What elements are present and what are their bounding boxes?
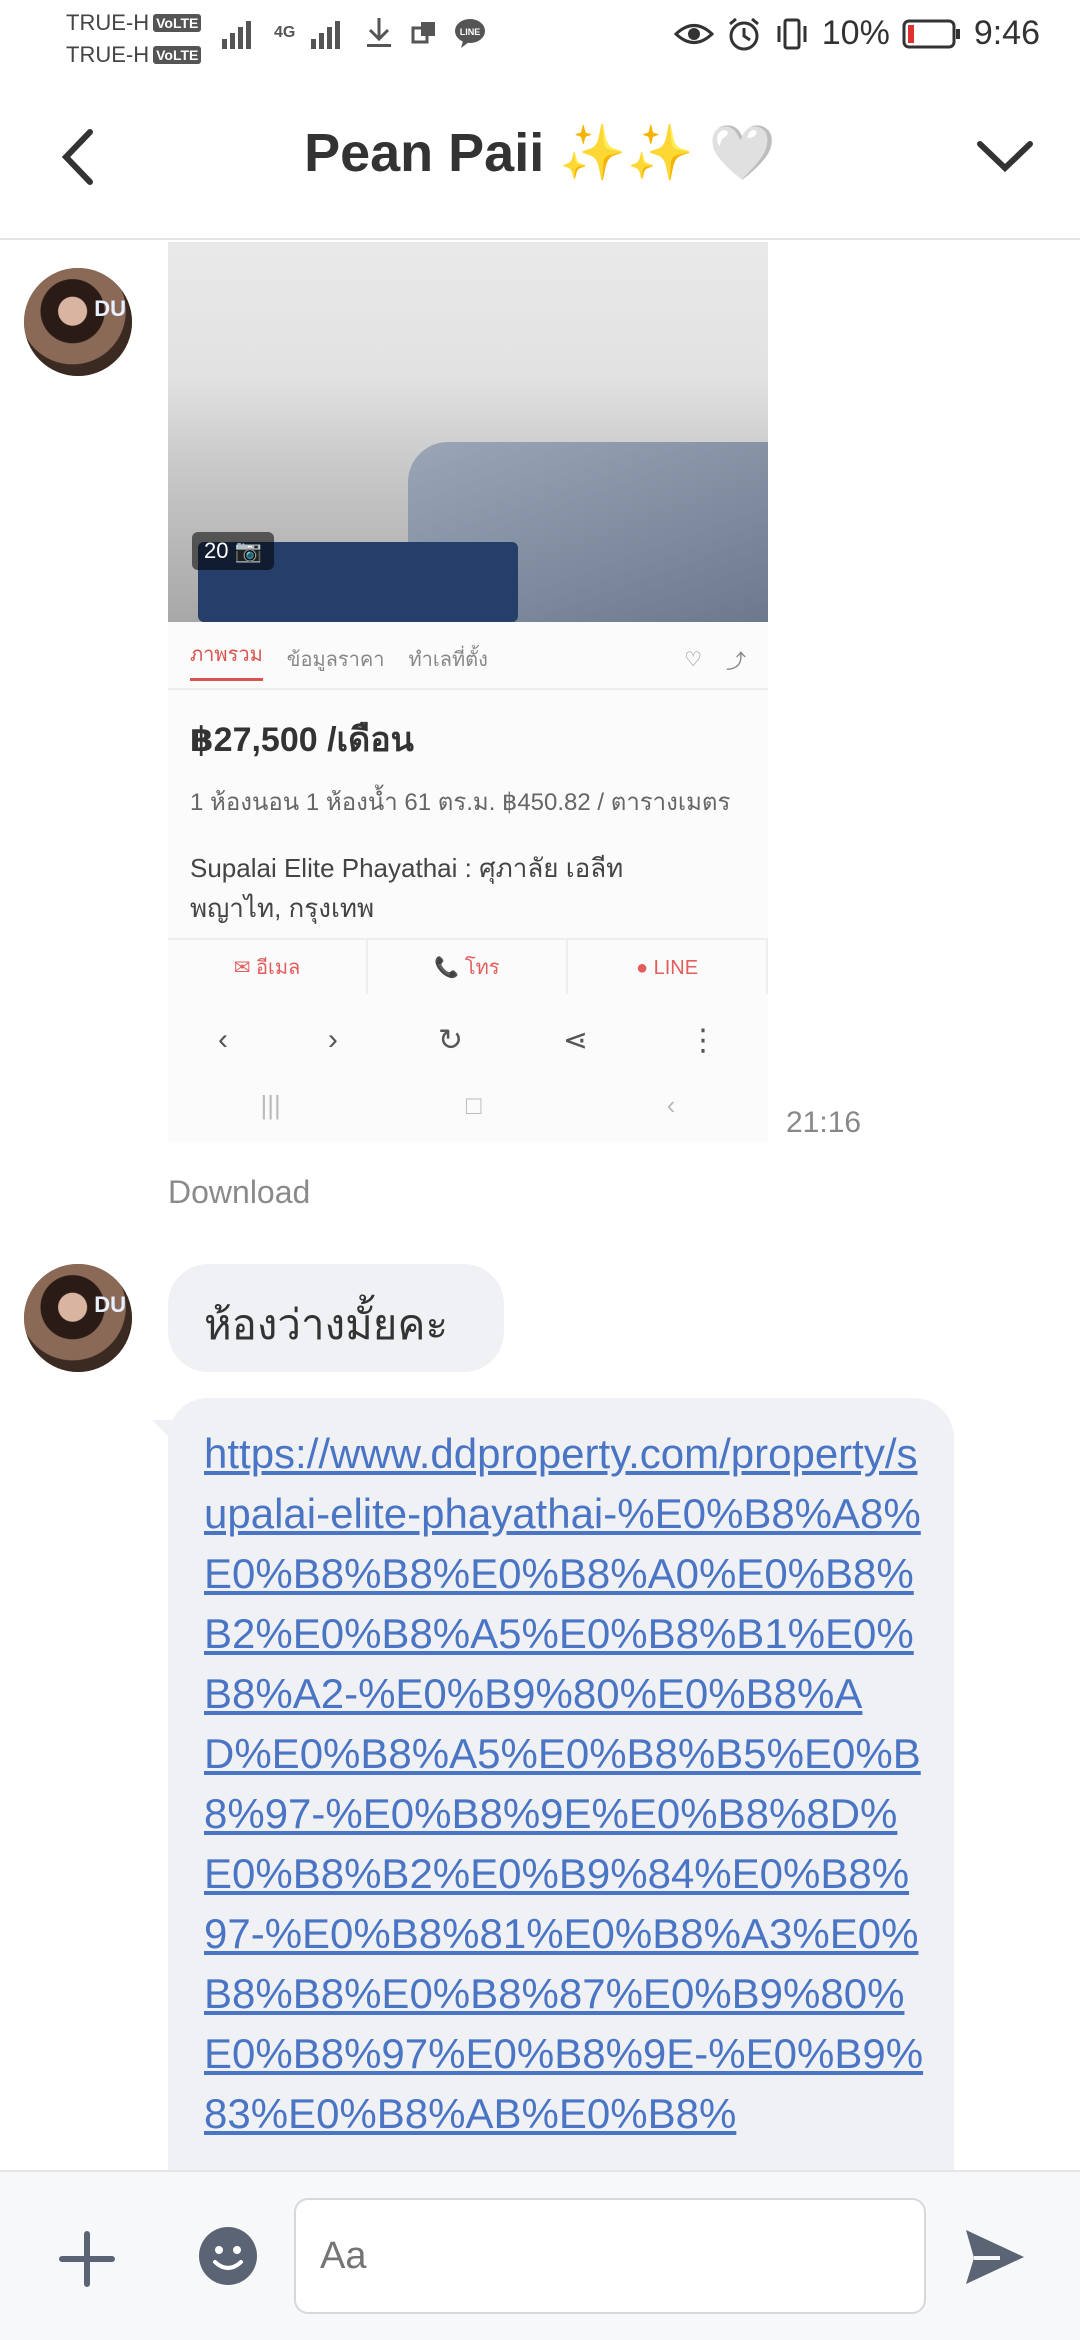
avatar[interactable]: DU (24, 1264, 132, 1372)
listing-tab: ข้อมูลราคา (286, 649, 385, 671)
avatar-overlay: DU (94, 1292, 126, 1317)
composer (0, 2170, 1080, 2340)
download-icon (367, 18, 392, 47)
share-icon: ⤴ (726, 650, 746, 673)
listing-tab: ภาพรวม (190, 638, 263, 681)
signal-icon (222, 21, 251, 49)
carrier-2: TRUE-H VoLTE (66, 42, 202, 68)
carrier-2-label: TRUE-H (66, 42, 150, 67)
message-list[interactable]: DU 20 📷 ภาพรวม ข้อมูลราคา ทำเลที่ตั้ง ♡ … (0, 242, 1080, 2170)
status-bar: TRUE-H VoLTE TRUE-H VoLTE 4G LINE 10% 9:… (0, 0, 1080, 80)
chat-title[interactable]: Pean Paii ✨✨ 🤍 (0, 122, 1080, 185)
emoji-icon (199, 2227, 257, 2285)
status-icons-left: 4G LINE (220, 16, 487, 50)
volte-badge: VoLTE (153, 14, 202, 32)
alarm-icon (728, 17, 759, 50)
listing-name: Supalai Elite Phayathai : ศุภาลัย เอลีท … (190, 853, 624, 923)
chat-header: Pean Paii ✨✨ 🤍 (0, 80, 1080, 240)
message-input[interactable] (294, 2198, 926, 2314)
more-icon: ⋮ (688, 1023, 718, 1057)
avatar-image (24, 268, 132, 376)
status-icons-right: 10% 9:46 (673, 14, 1040, 53)
listing-actions: ✉ อีเมล 📞 โทร ● LINE (168, 938, 768, 994)
clock: 9:46 (973, 14, 1040, 52)
home-icon: □ (465, 1089, 482, 1120)
message-timestamp: 21:16 (786, 1106, 862, 1139)
carrier-1: TRUE-H VoLTE (66, 10, 202, 36)
avatar-image (24, 1264, 132, 1372)
reload-icon: ↻ (437, 1023, 463, 1057)
sync-icon (411, 22, 436, 44)
image-message[interactable]: 20 📷 ภาพรวม ข้อมูลราคา ทำเลที่ตั้ง ♡ ⤴ ฿… (168, 242, 768, 1142)
svg-text:LINE: LINE (460, 27, 481, 37)
message-text: ห้องว่างมั้ยคะ (204, 1301, 449, 1348)
listing-action: ✉ อีเมล (168, 940, 368, 994)
download-link[interactable]: Download (168, 1174, 310, 1211)
system-nav: ||| □ ‹ (168, 1080, 768, 1130)
network-type: 4G (274, 24, 296, 41)
back-arrow-icon: ‹ (217, 1023, 228, 1056)
chevron-down-icon (977, 141, 1033, 173)
listing-meta: 1 ห้องนอน 1 ห้องน้ำ 61 ตร.ม. ฿450.82 / ต… (190, 789, 731, 816)
browser-nav: ‹ › ↻ ⋖ ⋮ (168, 1010, 768, 1070)
battery-percent: 10% (821, 14, 890, 52)
listing-action: 📞 โทร (368, 940, 568, 994)
avatar[interactable]: DU (24, 268, 132, 376)
listing-tabs: ภาพรวม ข้อมูลราคา ทำเลที่ตั้ง ♡ ⤴ (168, 630, 768, 690)
emoji-button[interactable] (196, 2224, 260, 2288)
avatar-overlay: DU (94, 296, 126, 321)
link-message[interactable]: https://www.ddproperty.com/property/supa… (168, 1398, 954, 2170)
photo-count-badge: 20 📷 (192, 532, 274, 570)
recents-icon: ||| (260, 1089, 281, 1120)
message-link[interactable]: https://www.ddproperty.com/property/supa… (204, 1424, 924, 2144)
signal-icon (311, 21, 341, 49)
listing-tab: ทำเลที่ตั้ง (408, 649, 488, 671)
listing-action: ● LINE (568, 940, 768, 994)
eye-icon (673, 23, 714, 44)
vibrate-icon (777, 18, 807, 49)
send-button[interactable] (960, 2222, 1030, 2292)
heart-icon: ♡ (684, 648, 702, 671)
text-message[interactable]: ห้องว่างมั้ยคะ (168, 1264, 504, 1372)
line-icon: LINE (455, 19, 486, 48)
plus-icon (59, 2231, 115, 2287)
send-icon (966, 2230, 1024, 2284)
menu-toggle-button[interactable] (970, 122, 1040, 192)
forward-arrow-icon: › (327, 1023, 338, 1056)
share-icon: ⋖ (562, 1023, 589, 1057)
add-button[interactable] (52, 2224, 122, 2294)
back-icon: ‹ (666, 1089, 676, 1120)
carrier-1-label: TRUE-H (66, 10, 150, 35)
battery-icon (902, 19, 960, 48)
listing-price: ฿27,500 /เดือน (190, 721, 414, 759)
volte-badge: VoLTE (153, 46, 202, 64)
